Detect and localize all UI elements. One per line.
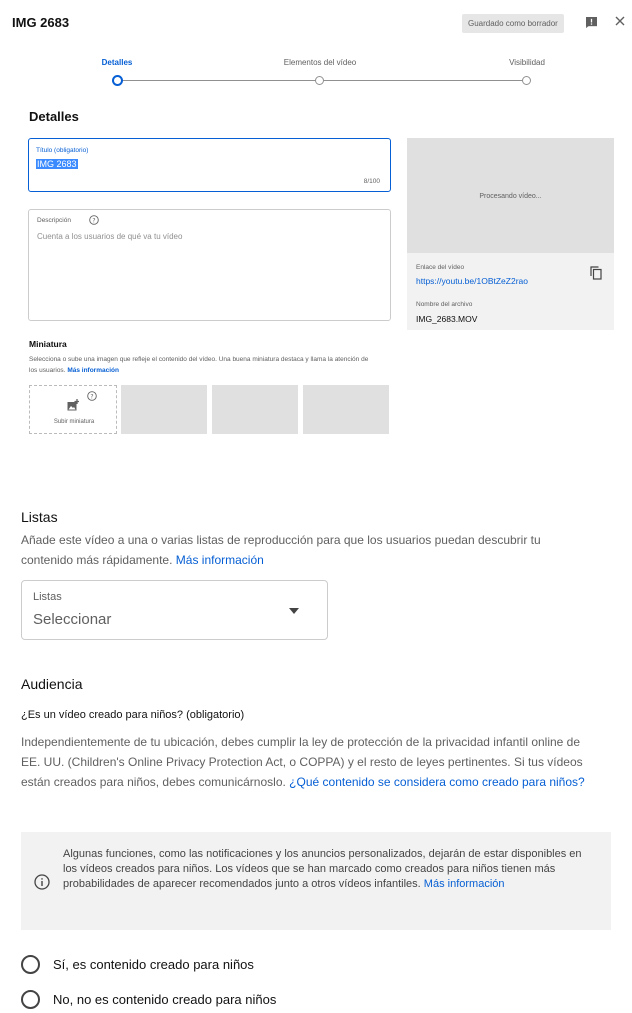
help-icon[interactable]: ? bbox=[89, 215, 99, 225]
description-field[interactable]: Descripción ? Cuenta a los usuarios de q… bbox=[28, 209, 391, 321]
playlists-heading: Listas bbox=[21, 509, 58, 525]
video-preview-panel: Procesando vídeo... Enlace del vídeo htt… bbox=[407, 138, 614, 330]
step-dot-details[interactable] bbox=[112, 75, 123, 86]
playlists-description: Añade este vídeo a una o varias listas d… bbox=[21, 530, 596, 570]
audience-description: Independientemente de tu ubicación, debe… bbox=[21, 732, 601, 792]
details-heading: Detalles bbox=[29, 109, 79, 124]
stepper-line bbox=[121, 80, 528, 81]
description-label: Descripción bbox=[37, 217, 71, 224]
description-placeholder: Cuenta a los usuarios de qué va tu vídeo bbox=[37, 232, 183, 241]
thumbnail-option[interactable] bbox=[121, 385, 207, 434]
title-field[interactable]: Título (obligatorio) IMG 2683 8/100 bbox=[28, 138, 391, 192]
dialog-title: IMG 2683 bbox=[12, 15, 70, 30]
step-label-video-elements[interactable]: Elementos del vídeo bbox=[284, 58, 357, 67]
thumbnail-option[interactable] bbox=[303, 385, 389, 434]
draft-status-badge: Guardado como borrador bbox=[462, 14, 564, 33]
upload-thumbnail-button[interactable]: ? Subir miniatura bbox=[29, 385, 117, 434]
svg-text:?: ? bbox=[92, 217, 95, 224]
add-photo-icon bbox=[67, 399, 79, 411]
made-for-kids-yes-label[interactable]: Sí, es contenido creado para niños bbox=[53, 957, 254, 972]
playlists-select[interactable]: Listas Seleccionar bbox=[21, 580, 328, 640]
file-name-label: Nombre del archivo bbox=[416, 301, 473, 308]
playlists-more-info-link[interactable]: Más información bbox=[176, 553, 264, 567]
upload-thumbnail-label: Subir miniatura bbox=[53, 419, 95, 425]
playlists-description-text: Añade este vídeo a una o varias listas d… bbox=[21, 533, 541, 567]
feedback-icon[interactable] bbox=[586, 17, 597, 28]
step-label-visibility[interactable]: Visibilidad bbox=[509, 58, 545, 67]
audience-question: ¿Es un vídeo creado para niños? (obligat… bbox=[21, 709, 245, 721]
made-for-kids-link[interactable]: ¿Qué contenido se considera como creado … bbox=[289, 775, 585, 789]
copy-icon[interactable] bbox=[590, 266, 602, 280]
step-dot-video-elements[interactable] bbox=[315, 76, 324, 85]
thumbnail-description: Selecciona o sube una imagen que refleje… bbox=[29, 354, 374, 376]
info-more-info-link[interactable]: Más información bbox=[424, 878, 505, 890]
file-name: IMG_2683.MOV bbox=[416, 314, 478, 324]
thumbnail-more-info-link[interactable]: Más información bbox=[67, 367, 119, 374]
close-icon[interactable] bbox=[614, 15, 626, 27]
video-link[interactable]: https://youtu.be/1OBtZeZ2rao bbox=[416, 276, 528, 286]
video-link-label: Enlace del vídeo bbox=[416, 264, 465, 271]
made-for-kids-no-label[interactable]: No, no es contenido creado para niños bbox=[53, 992, 276, 1007]
radio-icon-made-for-kids-no[interactable] bbox=[21, 990, 40, 1009]
radio-icon-made-for-kids-yes[interactable] bbox=[21, 955, 40, 974]
audience-heading: Audiencia bbox=[21, 676, 83, 692]
title-label: Título (obligatorio) bbox=[36, 147, 89, 154]
video-preview: Procesando vídeo... bbox=[407, 138, 614, 253]
svg-text:?: ? bbox=[90, 393, 93, 400]
processing-text: Procesando vídeo... bbox=[479, 193, 542, 200]
title-input[interactable]: IMG 2683 bbox=[36, 159, 78, 169]
thumbnail-heading: Miniatura bbox=[29, 339, 67, 349]
chevron-down-icon bbox=[289, 608, 299, 614]
playlists-select-value: Seleccionar bbox=[33, 611, 112, 628]
info-icon bbox=[34, 874, 50, 890]
step-dot-visibility[interactable] bbox=[522, 76, 531, 85]
title-counter: 8/100 bbox=[363, 178, 380, 185]
thumbnail-option[interactable] bbox=[212, 385, 298, 434]
info-text: Algunas funciones, como las notificacion… bbox=[63, 847, 598, 892]
help-icon[interactable]: ? bbox=[87, 391, 97, 401]
step-label-details[interactable]: Detalles bbox=[102, 58, 133, 67]
info-box: Algunas funciones, como las notificacion… bbox=[21, 832, 611, 930]
playlists-select-label: Listas bbox=[33, 591, 62, 603]
